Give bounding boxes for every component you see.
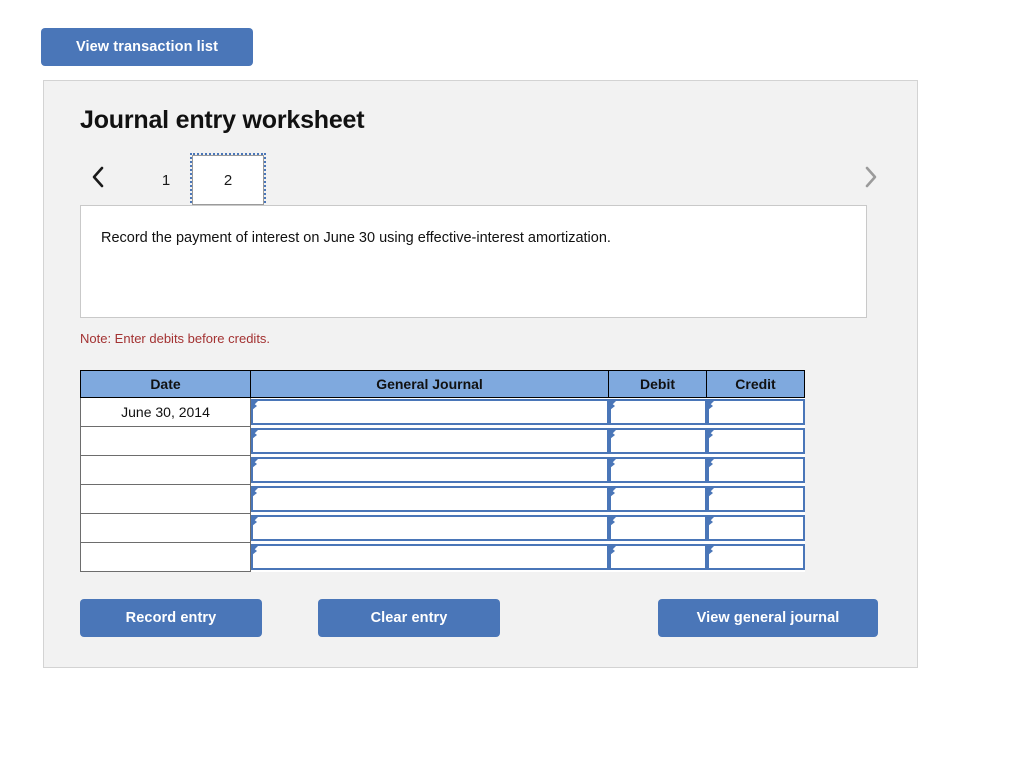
cell-debit-input[interactable] (608, 486, 707, 512)
cell-selector-icon (609, 546, 616, 556)
cell-date[interactable] (80, 455, 251, 485)
cell-credit[interactable] (706, 398, 805, 427)
cell-selector-icon (609, 401, 616, 411)
journal-entry-table: Date General Journal Debit Credit June 3… (80, 370, 805, 572)
cell-general-journal[interactable] (251, 514, 609, 543)
worksheet-tab-1[interactable]: 1 (132, 155, 200, 205)
cell-credit[interactable] (706, 514, 805, 543)
page-title: Journal entry worksheet (80, 106, 365, 134)
worksheet-tab-strip: 1 2 (80, 153, 885, 207)
cell-credit-input[interactable] (706, 515, 805, 541)
worksheet-tab-2-label: 2 (223, 171, 233, 189)
debits-before-credits-note: Note: Enter debits before credits. (80, 331, 271, 346)
cell-selector-icon (609, 488, 616, 498)
cell-selector-icon (252, 546, 258, 556)
cell-date[interactable]: June 30, 2014 (80, 397, 251, 427)
table-row (80, 513, 805, 543)
cell-credit-input[interactable] (706, 486, 805, 512)
journal-entry-table-body: June 30, 2014 (80, 397, 805, 572)
cell-selector-icon (609, 459, 616, 469)
table-row (80, 542, 805, 572)
cell-debit[interactable] (608, 398, 707, 427)
cell-selector-icon (609, 430, 616, 440)
clear-entry-button[interactable]: Clear entry (318, 599, 500, 637)
column-header-general-journal: General Journal (250, 370, 609, 398)
cell-general-journal-input[interactable] (251, 544, 609, 570)
previous-entry-button[interactable] (84, 159, 112, 195)
cell-debit-input[interactable] (608, 515, 707, 541)
cell-debit[interactable] (608, 514, 707, 543)
cell-debit[interactable] (608, 427, 707, 456)
cell-credit-input[interactable] (706, 399, 805, 426)
view-general-journal-button[interactable]: View general journal (658, 599, 878, 637)
cell-selector-icon (252, 517, 258, 527)
transaction-description: Record the payment of interest on June 3… (80, 205, 867, 318)
cell-selector-icon (707, 546, 714, 556)
worksheet-tab-1-label: 1 (161, 171, 171, 189)
journal-entry-worksheet-panel: Journal entry worksheet 1 2 Record the p… (43, 80, 918, 668)
cell-general-journal[interactable] (251, 543, 609, 572)
cell-general-journal-input[interactable] (251, 486, 609, 512)
cell-selector-icon (707, 488, 714, 498)
column-header-debit: Debit (608, 370, 707, 398)
chevron-left-icon (89, 163, 107, 191)
table-row: June 30, 2014 (80, 397, 805, 427)
column-header-credit: Credit (706, 370, 805, 398)
cell-credit[interactable] (706, 543, 805, 572)
top-toolbar: View transaction list (41, 28, 253, 66)
cell-selector-icon (609, 517, 616, 527)
cell-date[interactable] (80, 484, 251, 514)
cell-debit-input[interactable] (608, 399, 707, 426)
cell-selector-icon (252, 401, 258, 411)
cell-debit-input[interactable] (608, 428, 707, 454)
worksheet-action-bar: Record entry Clear entry View general jo… (80, 599, 880, 639)
column-header-date: Date (80, 370, 251, 398)
record-entry-button[interactable]: Record entry (80, 599, 262, 637)
cell-debit[interactable] (608, 543, 707, 572)
cell-debit-input[interactable] (608, 544, 707, 570)
cell-general-journal-input[interactable] (251, 428, 609, 454)
cell-credit-input[interactable] (706, 544, 805, 570)
table-row (80, 455, 805, 485)
cell-debit[interactable] (608, 456, 707, 485)
cell-selector-icon (707, 459, 714, 469)
table-row (80, 484, 805, 514)
cell-date[interactable] (80, 513, 251, 543)
table-header-row: Date General Journal Debit Credit (80, 370, 805, 398)
cell-selector-icon (252, 430, 258, 440)
cell-general-journal[interactable] (251, 398, 609, 427)
cell-selector-icon (707, 401, 714, 411)
cell-credit-input[interactable] (706, 457, 805, 483)
cell-date[interactable] (80, 542, 251, 572)
cell-credit-input[interactable] (706, 428, 805, 454)
cell-general-journal-input[interactable] (251, 399, 609, 426)
cell-selector-icon (707, 517, 714, 527)
cell-credit[interactable] (706, 456, 805, 485)
worksheet-tab-2[interactable]: 2 (190, 153, 266, 207)
table-row (80, 426, 805, 456)
cell-selector-icon (252, 459, 258, 469)
cell-general-journal-input[interactable] (251, 457, 609, 483)
cell-debit-input[interactable] (608, 457, 707, 483)
cell-credit[interactable] (706, 427, 805, 456)
next-entry-button[interactable] (857, 159, 885, 195)
cell-date[interactable] (80, 426, 251, 456)
cell-general-journal-input[interactable] (251, 515, 609, 541)
view-transaction-list-button[interactable]: View transaction list (41, 28, 253, 66)
cell-selector-icon (252, 488, 258, 498)
cell-general-journal[interactable] (251, 485, 609, 514)
cell-credit[interactable] (706, 485, 805, 514)
cell-general-journal[interactable] (251, 456, 609, 485)
chevron-right-icon (862, 163, 880, 191)
cell-selector-icon (707, 430, 714, 440)
cell-debit[interactable] (608, 485, 707, 514)
cell-general-journal[interactable] (251, 427, 609, 456)
